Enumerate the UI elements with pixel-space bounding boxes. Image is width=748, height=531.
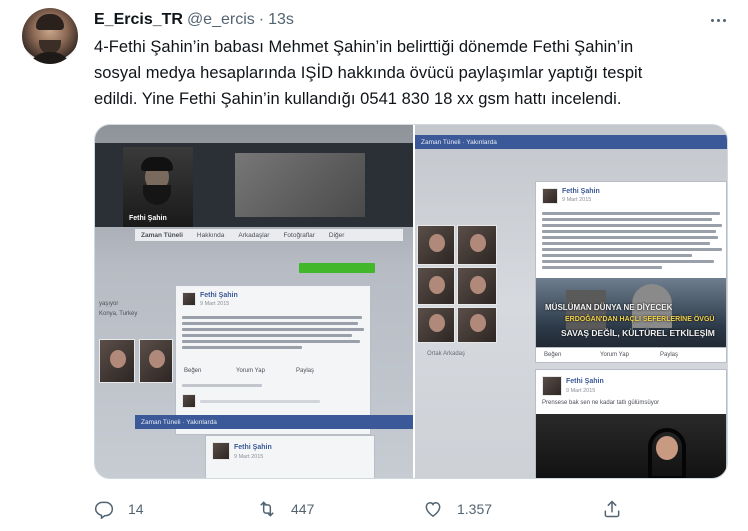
author-name[interactable]: E_Ercis_TR [94, 11, 183, 29]
bottom-post-author: Fethi Şahin [234, 444, 272, 451]
cover-image [235, 153, 365, 217]
tweet-text-line: 4-Fethi Şahin’in babası Mehmet Şahin’in … [94, 38, 634, 56]
friends-label: Ortak Arkadaş [427, 351, 466, 357]
like-icon [425, 501, 441, 517]
retweet-count: 447 [291, 501, 315, 517]
friend-thumb [417, 267, 455, 305]
right-post2-card: Fethi Şahin 9 Mart 2015 Prensese bak sen… [535, 369, 727, 478]
post-date: 9 Mart 2015 [562, 197, 592, 203]
tweet-text: 4-Fethi Şahin’in babası Mehmet Şahin’in … [94, 34, 734, 112]
like-button[interactable]: 1.357 [423, 494, 492, 524]
bottom-post-date: 9 Mart 2015 [234, 454, 264, 460]
post2-author: Fethi Şahin [566, 378, 604, 385]
share-icon [604, 500, 620, 518]
more-options-icon[interactable] [708, 10, 728, 30]
friend-thumb [417, 225, 455, 265]
tweet-media[interactable]: Fethi Şahin Zaman Tüneli Hakkında Arkada… [94, 124, 728, 479]
share-button[interactable] [602, 494, 636, 524]
post-date: 9 Mart 2015 [200, 301, 230, 307]
friend-thumb [99, 339, 135, 383]
media-photo-right[interactable]: Zaman Tüneli · Yakınlarda Ortak Arkadaş … [415, 125, 727, 478]
tweet-time[interactable]: 13s [268, 11, 294, 29]
banner-line-1: MÜSLÜMAN DÜNYA NE DİYECEK [545, 303, 673, 312]
banner-line-2: ERDOĞAN'DAN HAÇLI SEFERLERİNE ÖVGÜ [565, 316, 715, 323]
left-post-card: Fethi Şahin 9 Mart 2015 Beğen Yorum Yap … [175, 285, 371, 435]
cover-name: Fethi Şahin [129, 215, 167, 222]
avatar-hair [36, 14, 64, 30]
post2-date: 9 Mart 2015 [566, 388, 596, 394]
bottom-fb-bar: Zaman Tüneli · Yakınlarda [135, 415, 413, 429]
side-info: Konya, Turkey [99, 311, 138, 317]
friend-thumb [457, 225, 497, 265]
reply-icon [94, 501, 114, 519]
like-count: 1.357 [457, 501, 493, 517]
post-actions: Beğen Yorum Yap Paylaş [535, 347, 727, 363]
friend-thumb [139, 339, 173, 383]
tweet-text-line: edildi. Yine Fethi Şahin’in kullandığı 0… [94, 90, 622, 108]
post-author: Fethi Şahin [200, 292, 238, 299]
avatar-shirt [28, 52, 72, 64]
tweet-header: E_Ercis_TR @e_ercis · 13s [94, 10, 294, 30]
side-info: yaşıyor [99, 301, 119, 307]
post2-text: Prensese bak sen ne kadar tatlı gülümsüy… [542, 400, 660, 406]
avatar[interactable] [22, 8, 78, 64]
banner-line-3: SAVAŞ DEĞİL, KÜLTÜREL ETKİLEŞİM [561, 328, 715, 338]
tweet: E_Ercis_TR @e_ercis · 13s 4-Fethi Şahin’… [0, 0, 748, 531]
post-author: Fethi Şahin [562, 188, 600, 195]
tweet-text-line: sosyal medya hesaplarında IŞİD hakkında … [94, 64, 643, 82]
friend-thumb [457, 267, 497, 305]
post2-image [536, 414, 726, 478]
tweet-actions: 14 447 1.357 [94, 494, 734, 524]
add-friend-button [299, 263, 375, 273]
retweet-icon [260, 501, 274, 517]
post-like: Beğen [184, 368, 202, 374]
retweet-button[interactable]: 447 [257, 494, 314, 524]
post-share: Paylaş [296, 368, 315, 374]
right-fb-bar: Zaman Tüneli · Yakınlarda [415, 135, 727, 149]
post-comment: Yorum Yap [236, 368, 265, 374]
profile-tabs: Zaman Tüneli Hakkında Arkadaşlar Fotoğra… [135, 229, 403, 241]
bottom-post-card: Fethi Şahin 9 Mart 2015 [205, 435, 375, 478]
friend-thumb [417, 307, 455, 343]
media-photo-left[interactable]: Fethi Şahin Zaman Tüneli Hakkında Arkada… [95, 125, 413, 478]
friend-thumb [457, 307, 497, 343]
reply-button[interactable]: 14 [94, 494, 144, 524]
reply-count: 14 [128, 501, 144, 517]
author-handle[interactable]: @e_ercis [187, 11, 255, 29]
separator-dot: · [258, 11, 265, 28]
